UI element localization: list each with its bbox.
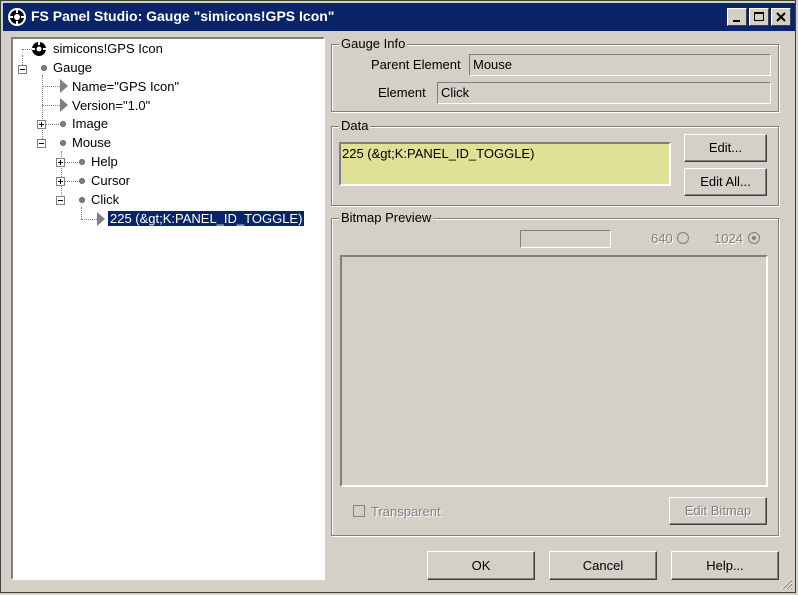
parent-element-field: Mouse	[469, 54, 771, 76]
minimize-icon	[733, 20, 740, 22]
tree-node-label: simicons!GPS Icon	[53, 41, 163, 56]
collapse-toggle[interactable]	[18, 65, 27, 74]
tree-node-image[interactable]: Image	[72, 115, 108, 133]
tree-connector	[81, 207, 82, 219]
app-gauge-icon	[7, 7, 27, 27]
element-bullet-icon	[41, 65, 47, 71]
selected-node-label: 225 (&gt;K:PANEL_ID_TOGGLE)	[106, 210, 306, 227]
close-button[interactable]	[771, 8, 791, 26]
transparent-checkbox[interactable]	[353, 505, 365, 517]
element-bullet-icon	[79, 159, 85, 165]
collapse-toggle[interactable]	[37, 139, 46, 148]
bitmap-preview-area	[340, 255, 768, 487]
maximize-icon	[754, 12, 764, 21]
transparent-label: Transparent	[371, 504, 441, 519]
tree-node-mouse[interactable]: Mouse	[72, 134, 111, 152]
expand-toggle[interactable]	[37, 120, 46, 129]
tree-node-help[interactable]: Help	[91, 153, 118, 171]
cancel-button[interactable]: Cancel	[549, 551, 657, 580]
tree-connector	[42, 105, 60, 106]
close-icon	[776, 12, 786, 22]
maximize-button[interactable]	[749, 8, 769, 26]
tree-connector	[65, 181, 78, 182]
element-bullet-icon	[79, 197, 85, 203]
ok-button[interactable]: OK	[427, 551, 535, 580]
resize-grip-icon[interactable]	[779, 576, 793, 590]
tree-node-click[interactable]: Click	[91, 191, 119, 209]
gauge-icon	[32, 42, 46, 56]
help-button[interactable]: Help...	[671, 551, 779, 580]
radio-640-label: 640	[651, 231, 673, 246]
tree-node-click-value[interactable]: 225 (&gt;K:PANEL_ID_TOGGLE)	[106, 210, 306, 228]
element-field: Click	[437, 82, 771, 104]
tree-node-version-attribute[interactable]: Version="1.0"	[72, 97, 150, 115]
minimize-button[interactable]	[727, 8, 747, 26]
tree-connector	[65, 162, 78, 163]
radio-1024-label: 1024	[714, 231, 743, 246]
tree-node-cursor[interactable]: Cursor	[91, 172, 130, 190]
attribute-arrow-icon	[60, 79, 68, 93]
radio-1024[interactable]	[748, 232, 760, 244]
bitmap-preview-legend: Bitmap Preview	[339, 210, 434, 225]
data-value-field[interactable]: 225 (&gt;K:PANEL_ID_TOGGLE)	[339, 142, 671, 186]
parent-element-label: Parent Element	[371, 57, 461, 72]
tree-connector	[45, 124, 59, 125]
expand-toggle[interactable]	[56, 158, 65, 167]
data-legend: Data	[339, 118, 371, 133]
zoom-indicator	[520, 230, 611, 248]
element-bullet-icon	[79, 178, 85, 184]
element-bullet-icon	[60, 140, 66, 146]
tree-connector	[81, 219, 97, 220]
element-label: Element	[378, 85, 426, 100]
gauge-tree-view[interactable]: simicons!GPS Icon Gauge Name="GPS Icon" …	[11, 37, 325, 580]
collapse-toggle[interactable]	[56, 196, 65, 205]
dialog-window: FS Panel Studio: Gauge "simicons!GPS Ico…	[0, 0, 796, 593]
edit-button[interactable]: Edit...	[684, 134, 767, 162]
tree-node-name-attribute[interactable]: Name="GPS Icon"	[72, 78, 179, 96]
edit-all-button[interactable]: Edit All...	[684, 168, 767, 196]
radio-640[interactable]	[677, 232, 689, 244]
value-arrow-icon	[97, 212, 105, 226]
window-title: FS Panel Studio: Gauge "simicons!GPS Ico…	[31, 8, 335, 24]
edit-bitmap-button[interactable]: Edit Bitmap	[669, 497, 767, 525]
attribute-arrow-icon	[60, 98, 68, 112]
tree-connector	[42, 86, 60, 87]
element-bullet-icon	[60, 121, 66, 127]
tree-node-gauge[interactable]: Gauge	[53, 59, 92, 77]
gauge-info-legend: Gauge Info	[339, 36, 408, 51]
expand-toggle[interactable]	[56, 177, 65, 186]
title-bar[interactable]: FS Panel Studio: Gauge "simicons!GPS Ico…	[3, 3, 795, 31]
